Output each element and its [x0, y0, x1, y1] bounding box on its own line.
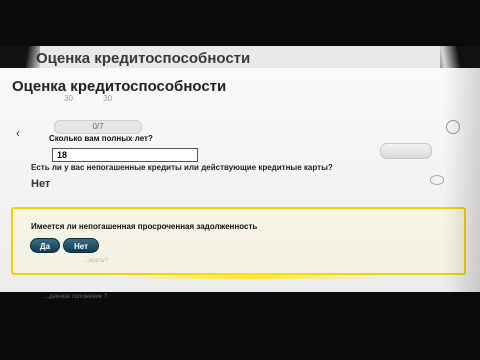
- loans-question: Есть ли у вас непогашенные кредиты или д…: [31, 163, 333, 172]
- window-title: Оценка кредитоспособности: [36, 50, 251, 67]
- age-input[interactable]: 18: [52, 148, 198, 162]
- age-label: Сколько вам полных лет?: [49, 134, 153, 143]
- ghost-row: 30 30: [64, 94, 140, 103]
- ghost-item: 30: [103, 94, 113, 103]
- top-letterbox: [0, 0, 480, 46]
- ghost-button: [380, 143, 432, 159]
- yes-button[interactable]: Да: [30, 238, 60, 253]
- overdue-question: Имеется ли непогашенная просроченная зад…: [31, 222, 258, 231]
- no-button[interactable]: Нет: [63, 238, 99, 253]
- faint-question: ...ность?: [84, 258, 108, 264]
- right-shadow: [444, 68, 480, 298]
- loans-answer: Нет: [31, 178, 51, 190]
- ghost-item: 30: [64, 94, 73, 103]
- bottom-letterbox: [0, 292, 480, 360]
- ring-icon: [430, 175, 444, 185]
- page-title: Оценка кредитоспособности: [12, 78, 227, 95]
- progress-pill: 0/7: [54, 120, 142, 134]
- faint-bottom-text: ...дежное положение ?: [44, 294, 108, 300]
- chevron-left-icon[interactable]: ‹: [16, 126, 20, 140]
- highlight-glow: [120, 273, 380, 279]
